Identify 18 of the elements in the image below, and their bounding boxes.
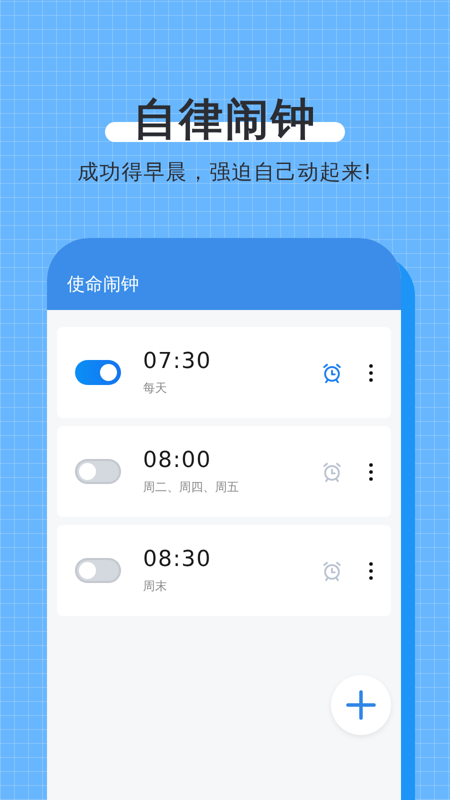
alarm-time: 08:00 xyxy=(143,448,212,472)
more-icon[interactable] xyxy=(369,364,373,382)
alarm-clock-icon xyxy=(321,560,343,582)
alarm-clock-icon xyxy=(321,362,343,384)
tagline: 成功得早晨，强迫自己动起来! xyxy=(77,159,373,186)
alarm-clock-icon xyxy=(321,460,343,482)
plus-icon xyxy=(346,690,376,720)
alarm-time: 08:30 xyxy=(143,546,212,572)
more-icon[interactable] xyxy=(369,562,373,580)
app-title: 使命闹钟 xyxy=(67,273,139,296)
alarm-toggle[interactable] xyxy=(75,459,121,484)
alarm-repeat: 周二、周四、周五 xyxy=(143,478,240,496)
alarm-repeat: 每天 xyxy=(143,380,168,396)
alarm-toggle[interactable] xyxy=(75,360,121,385)
more-icon[interactable] xyxy=(369,462,373,480)
alarm-time: 07:30 xyxy=(143,348,212,374)
alarm-toggle[interactable] xyxy=(75,558,121,583)
alarm-repeat: 周末 xyxy=(143,578,168,594)
